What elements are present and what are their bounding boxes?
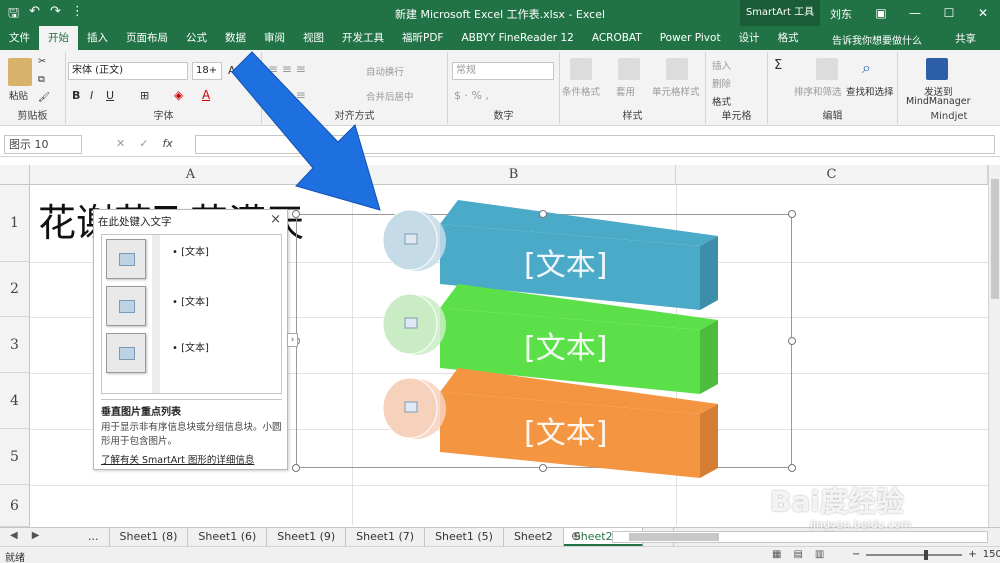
close-icon[interactable]: × [270,212,281,227]
sheet-tab[interactable]: Sheet1 (6) [188,528,268,546]
watermark-url: jingyan.baidu.com [810,518,912,531]
zoom-control: − + 150% [852,549,1000,560]
next-sheet-icon[interactable]: ▶ [32,530,40,541]
zoom-level[interactable]: 150% [983,549,1000,560]
normal-view-icon[interactable]: ▦ [772,549,781,560]
learn-more-link[interactable]: 了解有关 SmartArt 图形的详细信息 [101,452,282,466]
sheet-tab[interactable]: Sheet1 (9) [267,528,347,546]
status-bar: 就绪 ▦ ▤ ▥ − + 150% [0,546,1000,563]
horizontal-scrollbar[interactable] [612,531,988,543]
zoom-out-icon[interactable]: − [852,549,860,560]
scroll-thumb[interactable] [629,533,719,541]
picture-placeholder-icon[interactable] [106,239,146,279]
sheet-tabs: ... Sheet1 (8) Sheet1 (6) Sheet1 (9) Sheet1 … [78,528,675,546]
zoom-in-icon[interactable]: + [968,549,976,560]
sheet-tab[interactable]: Sheet1 (8) [110,528,189,546]
smartart-text-pane: 在此处键入文字 × • [文本] • [文本] • [文本] 垂直图片重点列表 … [93,209,288,470]
picture-placeholder-icon[interactable] [106,286,146,326]
add-sheet-icon[interactable]: ⊕ [571,529,581,543]
zoom-slider[interactable] [866,549,963,560]
layout-name: 垂直图片重点列表 [101,407,181,418]
picture-placeholder-icon[interactable] [106,333,146,373]
view-buttons: ▦ ▤ ▥ [772,549,824,560]
page-break-icon[interactable]: ▥ [815,549,824,560]
sheet-tab[interactable]: Sheet2 [504,528,564,546]
text-pane-strip [152,235,160,393]
page-layout-icon[interactable]: ▤ [793,549,802,560]
prev-sheet-icon[interactable]: ◀ [10,530,18,541]
text-pane-description: 垂直图片重点列表 用于显示非有序信息块或分组信息块。小圆形用于包含图片。 了解有… [101,399,282,466]
sheet-nav: ◀ ▶ [10,530,39,541]
text-pane-title: 在此处键入文字 [98,216,172,228]
text-pane-bullet[interactable]: • [文本] [172,293,209,308]
text-pane-bullet[interactable]: • [文本] [172,243,209,258]
text-pane-bullet[interactable]: • [文本] [172,339,209,354]
sheet-tab[interactable]: ... [78,528,110,546]
status-ready: 就绪 [5,553,25,563]
text-pane-list[interactable]: • [文本] • [文本] • [文本] [101,234,282,394]
baidu-logo: Bai度经验 [770,485,904,518]
layout-description: 用于显示非有序信息块或分组信息块。小圆形用于包含图片。 [101,422,282,447]
text-pane-toggle[interactable]: › [287,333,298,347]
sheet-tab[interactable]: Sheet1 (7) [346,528,426,546]
sheet-tab[interactable]: Sheet1 (5) [425,528,504,546]
